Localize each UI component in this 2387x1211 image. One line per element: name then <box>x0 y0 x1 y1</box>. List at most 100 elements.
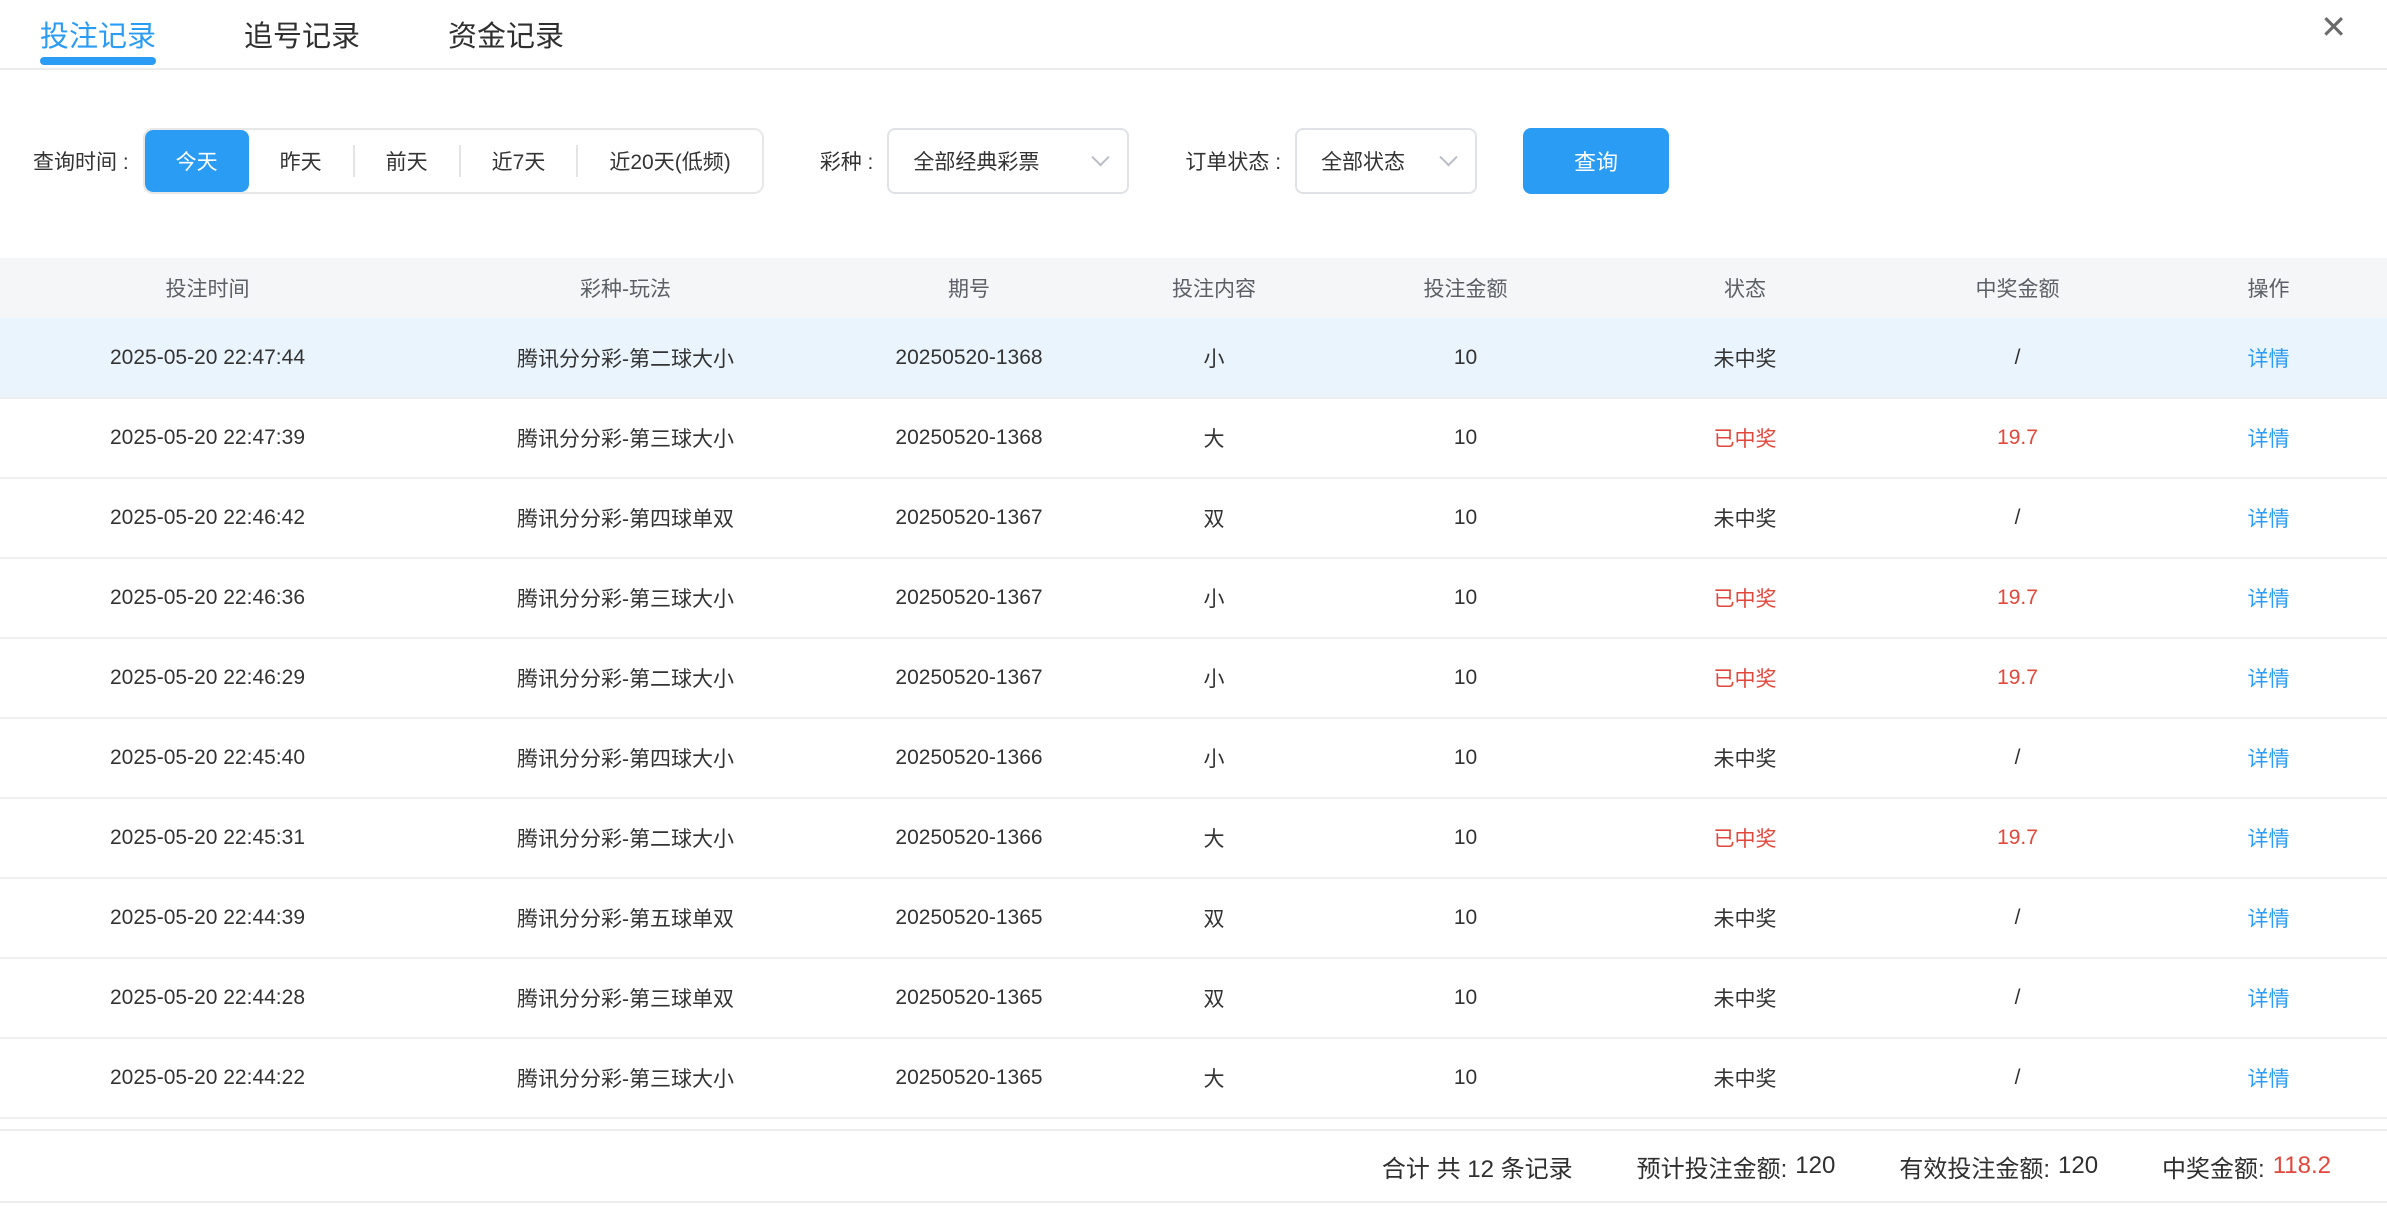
prize-amount: / <box>1885 958 2150 1038</box>
detail-link[interactable]: 详情 <box>2248 908 2290 931</box>
time-range-option[interactable]: 近7天 <box>461 130 577 192</box>
lottery-filter-label: 彩种 : <box>820 146 874 176</box>
bet-amount: 10 <box>1326 558 1605 638</box>
time-range-group: 今天昨天前天近7天近20天(低频) <box>143 128 764 194</box>
status-badge: 未中奖 <box>1605 318 1885 398</box>
time-filter-label: 查询时间 : <box>33 146 129 176</box>
bet-time: 2025-05-20 22:47:44 <box>0 318 415 398</box>
summary-total-count: 合计 共 12 条记录 <box>1382 1149 1573 1184</box>
bet-content: 双 <box>1102 958 1326 1038</box>
bet-time: 2025-05-20 22:46:36 <box>0 558 415 638</box>
issue-number: 20250520-1368 <box>836 318 1102 398</box>
table-body: 2025-05-20 22:47:44腾讯分分彩-第二球大小20250520-1… <box>0 318 2387 1118</box>
close-icon[interactable]: ✕ <box>2320 0 2347 54</box>
issue-number: 20250520-1365 <box>836 958 1102 1038</box>
time-range-option[interactable]: 前天 <box>355 130 459 192</box>
detail-link[interactable]: 详情 <box>2248 988 2290 1011</box>
game-play: 腾讯分分彩-第二球大小 <box>415 638 836 718</box>
tab[interactable]: 资金记录 <box>448 0 564 68</box>
status-badge: 已中奖 <box>1605 398 1885 478</box>
game-play: 腾讯分分彩-第三球单双 <box>415 958 836 1038</box>
bet-time: 2025-05-20 22:46:29 <box>0 638 415 718</box>
table-header: 投注时间彩种-玩法期号投注内容投注金额状态中奖金额操作 <box>0 258 2387 318</box>
column-header: 彩种-玩法 <box>415 258 836 318</box>
summary-bar: 合计 共 12 条记录预计投注金额:120有效投注金额:120中奖金额:118.… <box>0 1129 2387 1203</box>
detail-link[interactable]: 详情 <box>2248 748 2290 771</box>
table-row: 2025-05-20 22:46:36腾讯分分彩-第三球大小20250520-1… <box>0 558 2387 638</box>
bet-content: 小 <box>1102 718 1326 798</box>
detail-link[interactable]: 详情 <box>2248 428 2290 451</box>
bet-amount: 10 <box>1326 638 1605 718</box>
lottery-select-value: 全部经典彩票 <box>913 146 1039 176</box>
prize-amount: / <box>1885 1038 2150 1118</box>
summary-value: 118.2 <box>2273 1152 2331 1180</box>
status-badge: 未中奖 <box>1605 1038 1885 1118</box>
action-cell: 详情 <box>2150 558 2387 638</box>
table-row: 2025-05-20 22:47:44腾讯分分彩-第二球大小20250520-1… <box>0 318 2387 398</box>
issue-number: 20250520-1365 <box>836 878 1102 958</box>
bet-time: 2025-05-20 22:46:42 <box>0 478 415 558</box>
detail-link[interactable]: 详情 <box>2248 588 2290 611</box>
prize-amount: 19.7 <box>1885 398 2150 478</box>
time-range-option[interactable]: 近20天(低频) <box>578 130 761 192</box>
action-cell: 详情 <box>2150 398 2387 478</box>
chevron-down-icon <box>1092 148 1110 166</box>
action-cell: 详情 <box>2150 1038 2387 1118</box>
action-cell: 详情 <box>2150 478 2387 558</box>
column-header: 投注时间 <box>0 258 415 318</box>
game-play: 腾讯分分彩-第五球单双 <box>415 878 836 958</box>
order-status-select[interactable]: 全部状态 <box>1295 128 1477 194</box>
prize-amount: / <box>1885 478 2150 558</box>
action-cell: 详情 <box>2150 878 2387 958</box>
bet-amount: 10 <box>1326 318 1605 398</box>
tab-bar: 投注记录 追号记录 资金记录 ✕ <box>0 0 2387 70</box>
table-row: 2025-05-20 22:46:29腾讯分分彩-第二球大小20250520-1… <box>0 638 2387 718</box>
status-badge: 未中奖 <box>1605 878 1885 958</box>
bet-amount: 10 <box>1326 398 1605 478</box>
chevron-down-icon <box>1439 148 1457 166</box>
tab[interactable]: 追号记录 <box>244 0 360 68</box>
bet-amount: 10 <box>1326 878 1605 958</box>
tab-list: 投注记录 追号记录 资金记录 <box>40 0 652 68</box>
table-row: 2025-05-20 22:46:42腾讯分分彩-第四球单双20250520-1… <box>0 478 2387 558</box>
column-header: 状态 <box>1605 258 1885 318</box>
issue-number: 20250520-1366 <box>836 798 1102 878</box>
detail-link[interactable]: 详情 <box>2248 1068 2290 1091</box>
status-badge: 已中奖 <box>1605 798 1885 878</box>
bet-amount: 10 <box>1326 798 1605 878</box>
game-play: 腾讯分分彩-第三球大小 <box>415 398 836 478</box>
status-badge: 已中奖 <box>1605 638 1885 718</box>
game-play: 腾讯分分彩-第三球大小 <box>415 558 836 638</box>
detail-link[interactable]: 详情 <box>2248 828 2290 851</box>
issue-number: 20250520-1367 <box>836 638 1102 718</box>
tab[interactable]: 投注记录 <box>40 0 156 68</box>
column-header: 投注金额 <box>1326 258 1605 318</box>
table-row: 2025-05-20 22:44:28腾讯分分彩-第三球单双20250520-1… <box>0 958 2387 1038</box>
search-button[interactable]: 查询 <box>1523 128 1669 194</box>
detail-link[interactable]: 详情 <box>2248 668 2290 691</box>
status-badge: 未中奖 <box>1605 958 1885 1038</box>
status-badge: 未中奖 <box>1605 478 1885 558</box>
detail-link[interactable]: 详情 <box>2248 508 2290 531</box>
summary-value: 120 <box>1795 1152 1835 1180</box>
prize-amount: 19.7 <box>1885 798 2150 878</box>
action-cell: 详情 <box>2150 798 2387 878</box>
summary-value: 120 <box>2058 1152 2098 1180</box>
time-range-option[interactable]: 今天 <box>145 130 249 192</box>
time-range-option[interactable]: 昨天 <box>249 130 353 192</box>
game-play: 腾讯分分彩-第四球大小 <box>415 718 836 798</box>
bet-time: 2025-05-20 22:44:39 <box>0 878 415 958</box>
table-row: 2025-05-20 22:45:40腾讯分分彩-第四球大小20250520-1… <box>0 718 2387 798</box>
bet-content: 双 <box>1102 878 1326 958</box>
lottery-select[interactable]: 全部经典彩票 <box>887 128 1129 194</box>
detail-link[interactable]: 详情 <box>2248 348 2290 371</box>
action-cell: 详情 <box>2150 958 2387 1038</box>
status-badge: 未中奖 <box>1605 718 1885 798</box>
bet-content: 大 <box>1102 1038 1326 1118</box>
bet-content: 大 <box>1102 798 1326 878</box>
order-status-select-value: 全部状态 <box>1321 146 1405 176</box>
bet-amount: 10 <box>1326 478 1605 558</box>
prize-amount: / <box>1885 718 2150 798</box>
issue-number: 20250520-1367 <box>836 478 1102 558</box>
bet-content: 大 <box>1102 398 1326 478</box>
